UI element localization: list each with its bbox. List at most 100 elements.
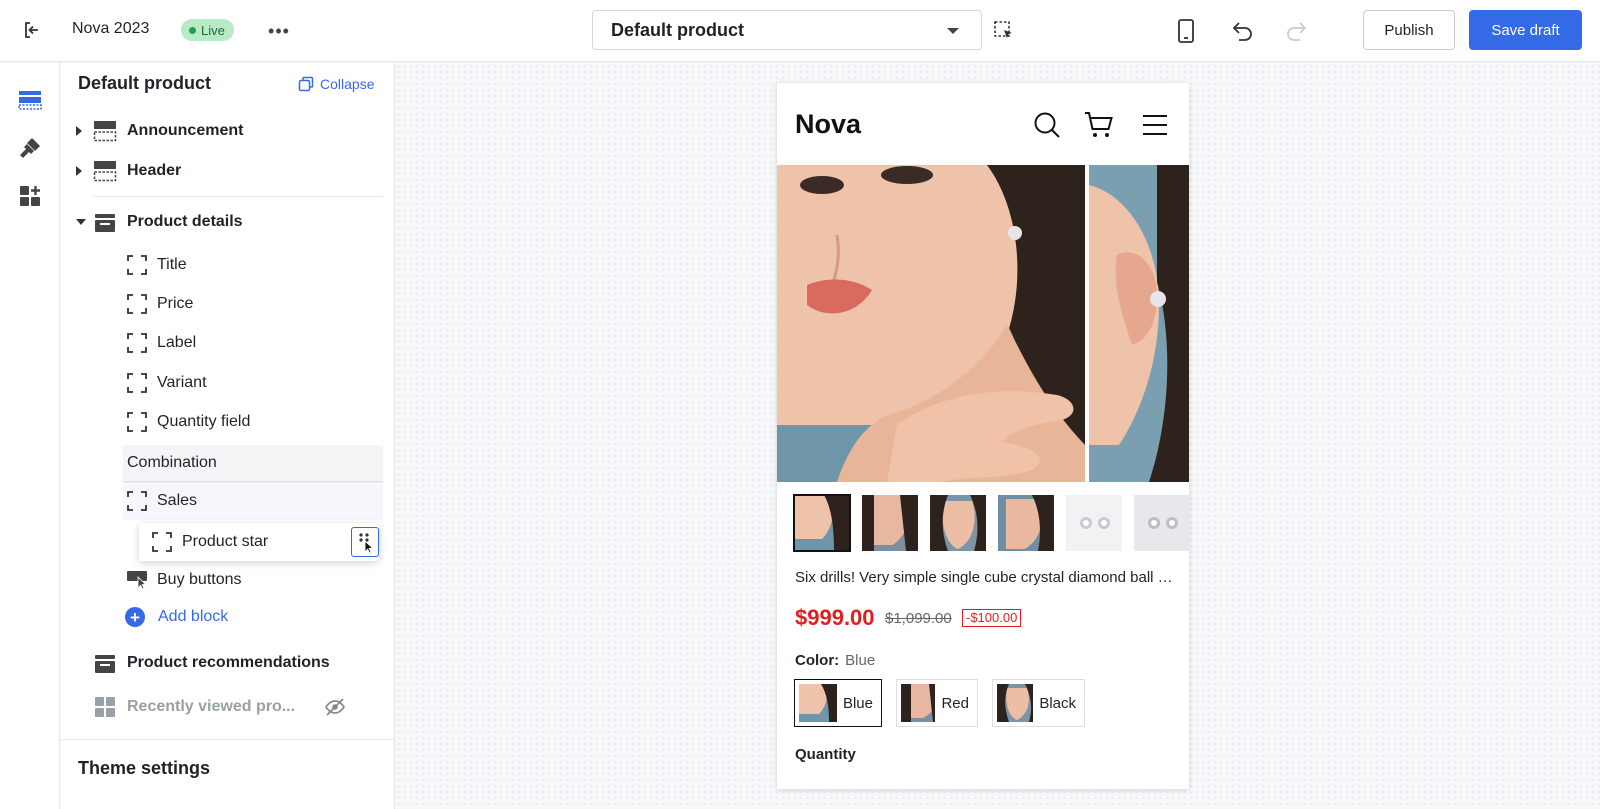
block-label[interactable]: Label: [61, 326, 395, 360]
color-option-label: Color: Blue: [795, 652, 875, 669]
left-rail: [0, 63, 60, 809]
section-layout-icon: [93, 159, 117, 183]
section-label: Header: [127, 162, 182, 179]
top-bar: Nova 2023 Live ••• Default product Publi…: [0, 0, 1600, 62]
product-image-gallery[interactable]: [777, 165, 1189, 482]
apps-icon[interactable]: [15, 181, 45, 211]
chevron-down-icon: [947, 28, 959, 34]
collapse-icon: [298, 76, 314, 92]
publish-button[interactable]: Publish: [1363, 10, 1455, 50]
discount-badge: -$100.00: [962, 609, 1022, 627]
sections-icon[interactable]: [15, 85, 45, 115]
section-label: Product recommendations: [127, 654, 330, 671]
swatch-label: Black: [1039, 694, 1076, 712]
block-frame-icon: [126, 372, 148, 394]
save-draft-button[interactable]: Save draft: [1469, 10, 1582, 50]
block-price[interactable]: Price: [61, 287, 395, 321]
hidden-eye-icon[interactable]: [324, 696, 346, 718]
block-frame-icon: [151, 531, 173, 553]
template-select-value: Default product: [611, 19, 744, 40]
block-group-combination[interactable]: Combination: [123, 445, 383, 483]
divider: [61, 739, 395, 740]
collapse-button[interactable]: Collapse: [298, 76, 374, 92]
color-label: Color:: [795, 652, 840, 669]
status-badge-label: Live: [201, 22, 225, 38]
block-title[interactable]: Title: [61, 248, 395, 282]
theme-style-icon[interactable]: [15, 133, 45, 163]
grid-icon: [93, 695, 117, 719]
swatch-label: Blue: [842, 694, 873, 712]
block-quantity-field[interactable]: Quantity field: [61, 405, 395, 439]
add-block-button[interactable]: + Add block: [125, 607, 228, 627]
color-swatch-blue[interactable]: Blue: [794, 679, 882, 727]
section-recently-viewed[interactable]: Recently viewed pro...: [61, 689, 395, 725]
menu-icon[interactable]: [1140, 110, 1170, 140]
block-frame-icon: [126, 411, 148, 433]
buy-buttons-icon: [126, 569, 148, 591]
block-label: Sales: [157, 492, 198, 509]
block-label-text: Label: [157, 334, 197, 351]
product-photo: [777, 165, 1189, 482]
theme-settings-link[interactable]: Theme settings: [78, 758, 210, 779]
sections-sidebar: Default product Collapse Announcement He…: [61, 63, 395, 809]
selected-color-value: Blue: [845, 652, 876, 669]
redo-icon[interactable]: [1281, 15, 1313, 47]
undo-icon[interactable]: [1226, 15, 1258, 47]
section-product-icon: [93, 210, 117, 234]
block-buy-buttons[interactable]: Buy buttons: [61, 563, 395, 597]
section-product-recommendations[interactable]: Product recommendations: [61, 645, 395, 681]
divider: [93, 196, 383, 197]
block-label: Title: [157, 256, 187, 273]
swatch-label: Red: [941, 694, 969, 712]
thumbnail-1[interactable]: [793, 494, 851, 552]
collapse-arrow-icon[interactable]: [76, 219, 86, 225]
section-label: Recently viewed pro...: [127, 698, 296, 715]
section-layout-icon: [93, 119, 117, 143]
section-announcement[interactable]: Announcement: [61, 113, 395, 149]
block-label: Product star: [182, 533, 269, 550]
section-label: Announcement: [127, 122, 244, 139]
template-select[interactable]: Default product: [592, 10, 982, 50]
quantity-label: Quantity: [795, 746, 856, 763]
section-label: Product details: [127, 213, 243, 230]
thumbnail-5[interactable]: [1066, 495, 1122, 551]
status-dot-icon: [189, 26, 196, 34]
swatch-image: [997, 684, 1034, 722]
inspector-select-icon[interactable]: [988, 15, 1020, 47]
more-options-icon[interactable]: •••: [266, 18, 292, 44]
block-frame-icon: [126, 490, 148, 512]
thumbnail-6[interactable]: [1134, 495, 1189, 551]
thumbnail-4[interactable]: [998, 495, 1054, 551]
store-logo[interactable]: Nova: [795, 109, 861, 140]
block-sales[interactable]: Sales: [61, 484, 395, 518]
section-header[interactable]: Header: [61, 153, 395, 189]
add-block-label: Add block: [158, 608, 229, 625]
dragging-block-product-star[interactable]: Product star: [139, 523, 379, 561]
collapse-label: Collapse: [320, 76, 375, 92]
block-variant[interactable]: Variant: [61, 366, 395, 400]
cart-icon[interactable]: [1084, 110, 1114, 140]
section-product-details[interactable]: Product details: [61, 204, 395, 240]
carousel-dots[interactable]: [795, 469, 1175, 471]
color-swatch-red[interactable]: Red: [896, 679, 978, 727]
thumbnail-2[interactable]: [862, 495, 918, 551]
block-label: Buy buttons: [157, 571, 242, 588]
color-swatch-black[interactable]: Black: [992, 679, 1085, 727]
swatch-image: [799, 684, 837, 722]
mobile-view-icon[interactable]: [1170, 15, 1202, 47]
product-title: Six drills! Very simple single cube crys…: [795, 569, 1173, 586]
block-frame-icon: [126, 332, 148, 354]
block-label: Quantity field: [157, 413, 251, 430]
plus-icon: +: [125, 607, 145, 627]
swatch-image: [901, 684, 936, 722]
exit-icon[interactable]: [18, 16, 46, 44]
expand-arrow-icon[interactable]: [76, 166, 82, 176]
expand-arrow-icon[interactable]: [76, 126, 82, 136]
thumbnail-3[interactable]: [930, 495, 986, 551]
block-label: Variant: [157, 374, 207, 391]
drag-handle-icon[interactable]: [351, 527, 379, 557]
block-frame-icon: [126, 293, 148, 315]
search-icon[interactable]: [1032, 110, 1062, 140]
status-badge: Live: [181, 19, 234, 41]
block-frame-icon: [126, 254, 148, 276]
